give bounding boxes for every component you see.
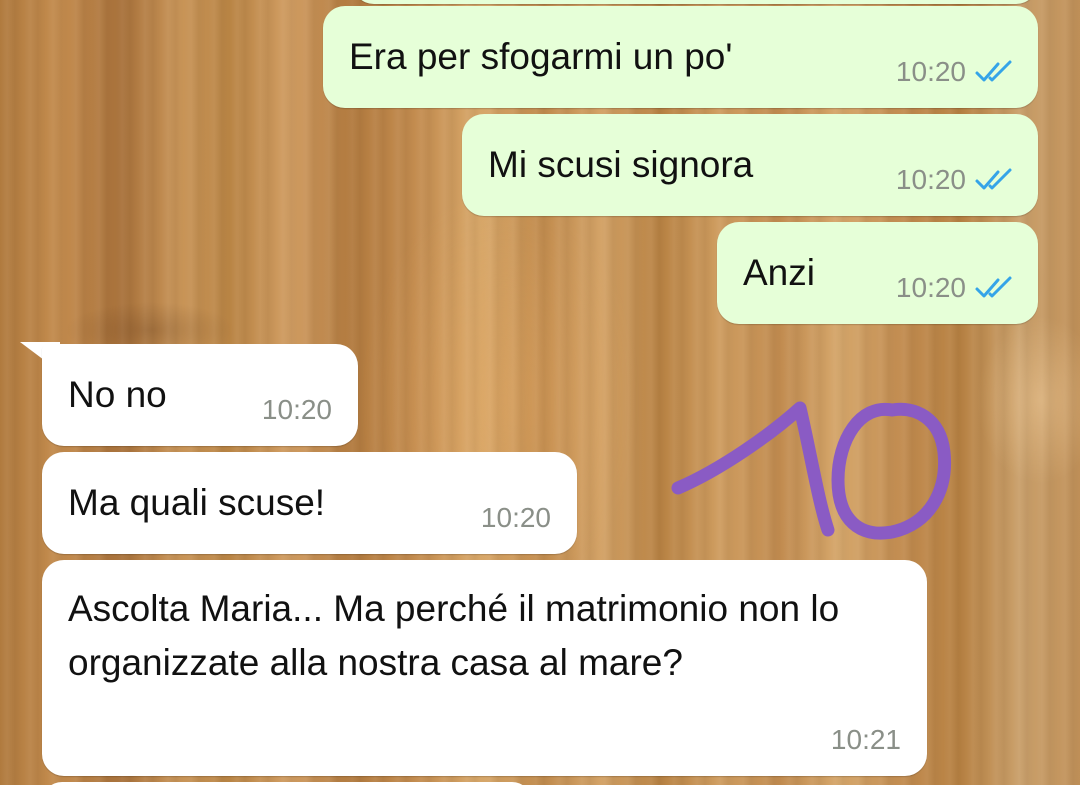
double-check-read-icon [975, 60, 1012, 82]
message-bubble-incoming[interactable]: Ma quali scuse! 10:20 [42, 452, 577, 554]
message-meta: 10:20 [896, 164, 1016, 196]
message-time: 10:20 [895, 56, 966, 87]
message-meta: 10:20 [896, 272, 1016, 304]
message-bubble-incoming[interactable]: Ascolta Maria... Ma perché il matrimonio… [42, 560, 927, 776]
message-bubble-outgoing[interactable]: Mi scusi signora 10:20 [462, 114, 1038, 216]
message-text: No no [68, 374, 167, 415]
message-meta: 10:21 [831, 724, 901, 756]
message-bubble-outgoing[interactable]: Era per sfogarmi un po' 10:20 [323, 6, 1038, 108]
message-text: Era per sfogarmi un po' [349, 36, 733, 77]
message-meta: 10:20 [481, 502, 551, 534]
double-check-read-icon [975, 168, 1012, 190]
message-time: 10:20 [261, 394, 332, 425]
message-text: Ma quali scuse! [68, 482, 326, 523]
message-bubble-outgoing[interactable]: Anzi 10:20 [717, 222, 1038, 324]
message-text: Ascolta Maria... Ma perché il matrimonio… [68, 588, 840, 683]
message-meta: 10:20 [896, 56, 1016, 88]
message-bubble-partial[interactable] [352, 0, 1038, 4]
message-time: 10:20 [895, 164, 966, 195]
message-time: 10:20 [480, 502, 551, 533]
double-check-read-icon [975, 276, 1012, 298]
handwritten-annotation [671, 401, 952, 540]
message-text: Mi scusi signora [488, 144, 754, 185]
message-bubble-incoming[interactable]: No no 10:20 [42, 344, 358, 446]
message-text: Anzi [743, 252, 815, 293]
message-time: 10:20 [895, 272, 966, 303]
message-time: 10:21 [830, 724, 901, 755]
message-meta: 10:20 [262, 394, 332, 426]
